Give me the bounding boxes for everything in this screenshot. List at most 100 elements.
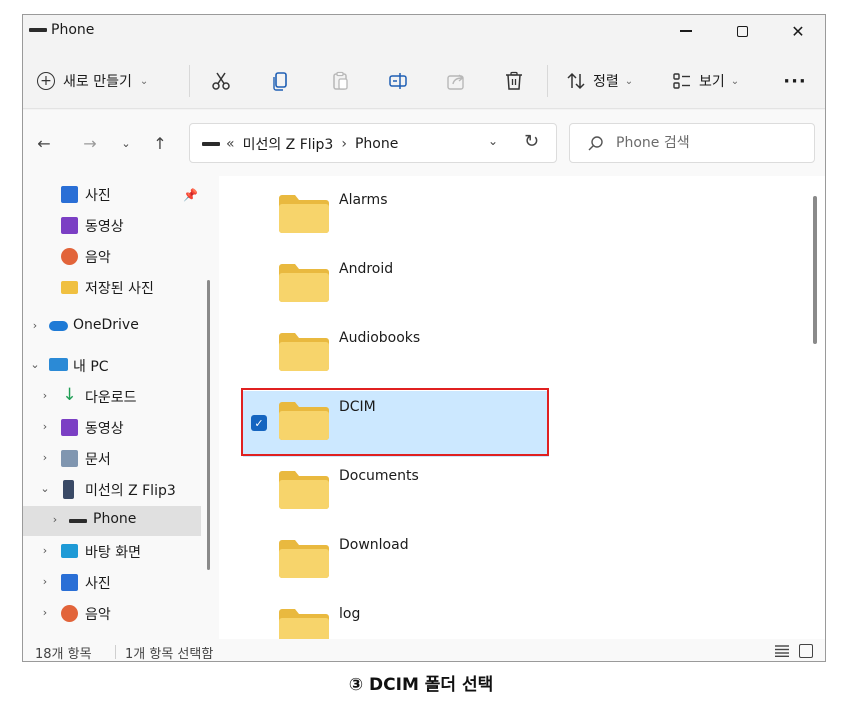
chevron-right-icon[interactable]: ›	[49, 513, 61, 526]
folder-icon	[279, 471, 329, 509]
sidebar-item-onedrive[interactable]: › OneDrive	[23, 312, 201, 342]
documents-icon	[61, 450, 78, 467]
search-box[interactable]	[569, 123, 815, 163]
photos-icon	[61, 186, 78, 203]
rename-button[interactable]	[384, 67, 412, 95]
sidebar-item-documents[interactable]: › 문서	[23, 444, 201, 474]
forward-button[interactable]: →	[77, 130, 103, 156]
maximize-button[interactable]	[719, 15, 765, 47]
phone-storage-icon	[69, 519, 87, 523]
minimize-button[interactable]	[663, 15, 709, 47]
paste-button[interactable]	[326, 67, 354, 95]
download-icon: ↓	[62, 385, 77, 405]
view-button[interactable]: 보기 ⌄	[671, 67, 739, 95]
sidebar-item-photos-pc[interactable]: › 사진	[23, 568, 201, 598]
breadcrumb-separator: ›	[341, 136, 347, 152]
sidebar-item-photos[interactable]: 사진 📌	[23, 180, 201, 210]
folder-item-alarms[interactable]: Alarms	[243, 184, 549, 250]
sidebar-item-music-pc[interactable]: › 음악	[23, 599, 201, 629]
folder-item-android[interactable]: Android	[243, 253, 549, 319]
breadcrumb-phone[interactable]: Phone	[355, 136, 398, 152]
title-bar: Phone ✕	[23, 15, 825, 47]
chevron-down-icon[interactable]: ⌄	[39, 482, 51, 495]
phone-icon	[63, 480, 74, 499]
file-list: Alarms Android Audiobooks ✓ DCIM Documen…	[219, 176, 825, 639]
sidebar-item-label: 문서	[85, 452, 111, 468]
folder-icon	[279, 195, 329, 233]
copy-icon	[273, 72, 287, 91]
sidebar-item-label: 동영상	[85, 421, 124, 437]
breadcrumb-device[interactable]: 미선의 Z Flip3	[243, 134, 334, 154]
sidebar-item-videos-pc[interactable]: › 동영상	[23, 413, 201, 443]
sidebar-item-downloads[interactable]: › ↓ 다운로드	[23, 382, 201, 412]
folder-item-audiobooks[interactable]: Audiobooks	[243, 322, 549, 388]
share-icon	[447, 74, 464, 90]
folder-item-download[interactable]: Download	[243, 529, 549, 595]
breadcrumb-overflow[interactable]: «	[226, 136, 235, 152]
up-button[interactable]: ↑	[147, 130, 173, 156]
sidebar-item-videos[interactable]: 동영상	[23, 211, 201, 241]
plus-icon: +	[37, 72, 55, 90]
folder-icon	[279, 609, 329, 639]
details-view-icon[interactable]	[775, 645, 789, 657]
back-button[interactable]: ←	[31, 130, 57, 156]
sidebar-item-label: 다운로드	[85, 390, 137, 406]
chevron-right-icon[interactable]: ›	[39, 389, 51, 402]
chevron-down-icon[interactable]: ⌄	[29, 358, 41, 371]
sidebar-item-label: 음악	[85, 607, 111, 623]
sidebar-item-device[interactable]: ⌄ 미선의 Z Flip3	[23, 475, 201, 505]
pc-icon	[49, 358, 68, 371]
sidebar-item-this-pc[interactable]: ⌄ 내 PC	[23, 351, 201, 381]
close-icon: ✕	[791, 21, 805, 41]
sort-button[interactable]: 정렬 ⌄	[565, 67, 633, 95]
folder-item-log[interactable]: log	[243, 598, 549, 639]
chevron-right-icon[interactable]: ›	[39, 451, 51, 464]
cut-icon	[212, 72, 230, 90]
address-dropdown-button[interactable]: ⌄	[488, 134, 498, 148]
sidebar-item-phone[interactable]: › Phone	[23, 506, 201, 536]
sidebar-scrollbar[interactable]	[207, 280, 210, 570]
copy-button[interactable]	[267, 67, 295, 95]
share-button[interactable]	[442, 67, 470, 95]
chevron-right-icon[interactable]: ›	[39, 575, 51, 588]
chevron-right-icon[interactable]: ›	[39, 420, 51, 433]
breadcrumb: « 미선의 Z Flip3 › Phone	[226, 134, 398, 154]
sidebar-item-label: 사진	[85, 188, 111, 204]
view-icon	[673, 73, 690, 89]
chevron-right-icon[interactable]: ›	[39, 544, 51, 557]
cut-button[interactable]	[207, 67, 235, 95]
chevron-right-icon[interactable]: ›	[39, 606, 51, 619]
address-bar[interactable]: « 미선의 Z Flip3 › Phone ⌄ ↻	[189, 123, 557, 163]
sidebar-item-desktop[interactable]: › 바탕 화면	[23, 537, 201, 567]
sidebar-item-saved-pictures[interactable]: 저장된 사진	[23, 273, 201, 303]
folder-name: Download	[339, 537, 409, 553]
search-icon	[588, 136, 603, 151]
status-bar: 18개 항목 1개 항목 선택함	[23, 639, 825, 662]
paste-icon	[333, 71, 348, 90]
content-scrollbar[interactable]	[813, 196, 817, 344]
refresh-button[interactable]: ↻	[524, 131, 539, 152]
folder-item-documents[interactable]: Documents	[243, 460, 549, 526]
sidebar-item-music[interactable]: 음악	[23, 242, 201, 272]
folder-name: Android	[339, 261, 394, 277]
sidebar-item-label: 미선의 Z Flip3	[85, 483, 176, 499]
large-icons-view-icon[interactable]	[799, 644, 813, 658]
recent-locations-button[interactable]: ⌄	[113, 130, 139, 156]
delete-button[interactable]	[500, 67, 528, 95]
new-button[interactable]: + 새로 만들기 ⌄	[37, 67, 148, 95]
navigation-pane: 사진 📌 동영상 음악 저장된 사진 › OneDrive ⌄ 내 PC › ↓…	[23, 176, 219, 639]
close-button[interactable]: ✕	[775, 15, 821, 47]
selection-status: 1개 항목 선택함	[125, 647, 214, 662]
sidebar-item-label: 내 PC	[73, 359, 109, 375]
search-input[interactable]	[616, 133, 806, 153]
main-body: 사진 📌 동영상 음악 저장된 사진 › OneDrive ⌄ 내 PC › ↓…	[23, 176, 825, 639]
new-label: 새로 만들기	[63, 74, 132, 90]
chevron-right-icon[interactable]: ›	[29, 319, 41, 332]
divider	[189, 65, 190, 97]
more-options-button[interactable]: ···	[780, 67, 810, 95]
music-icon	[61, 248, 78, 265]
folder-icon	[279, 264, 329, 302]
chevron-down-icon: ⌄	[139, 75, 149, 87]
sidebar-item-label: OneDrive	[73, 317, 139, 333]
sidebar-item-label: Phone	[93, 511, 137, 527]
